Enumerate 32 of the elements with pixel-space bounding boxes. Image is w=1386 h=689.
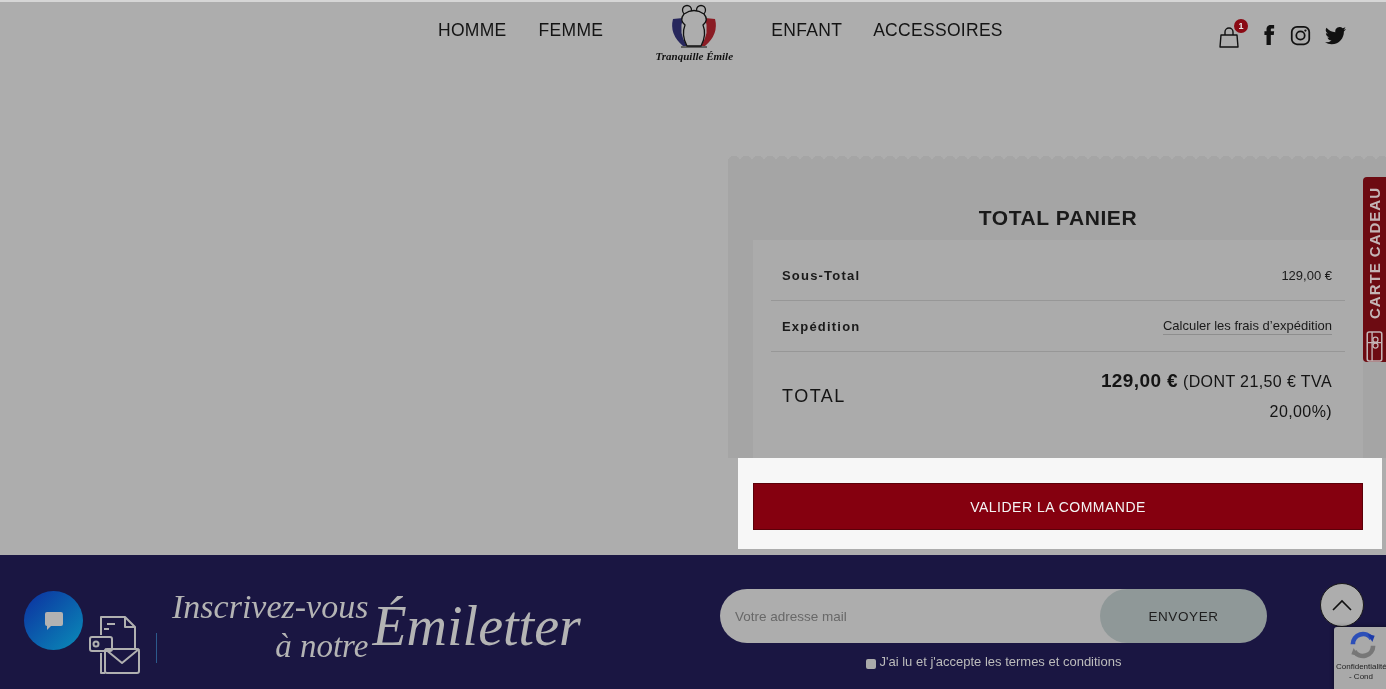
row-value: 129,00 € <box>1281 267 1332 283</box>
newsletter-heading: Inscrivez-vous <box>172 587 369 627</box>
newsletter-heading: à notre <box>275 629 369 663</box>
facebook-icon[interactable] <box>1262 24 1276 46</box>
nav-link[interactable]: HOMME <box>438 19 507 41</box>
row-label: Sous-Total <box>782 267 861 283</box>
scroll-to-top-button[interactable] <box>1320 583 1364 627</box>
instagram-icon[interactable] <box>1290 24 1311 46</box>
cart-title: TOTAL PANIER <box>977 205 1139 231</box>
gift-card-tab[interactable]: CARTE CADEAU <box>1363 177 1386 362</box>
total-label: TOTAL <box>782 386 846 407</box>
privacy-text: Confidentialité - Cond <box>1336 662 1386 682</box>
consent-checkbox[interactable] <box>865 658 876 669</box>
twitter-bird-icon[interactable] <box>1325 25 1347 45</box>
newsletter-brand: Émiletter <box>372 594 581 659</box>
document-envelope-icon <box>87 615 141 677</box>
consent-label: J'ai lu et j'accepte les termes et conditions <box>879 654 1122 669</box>
brand-name: Tranquille Émile <box>655 50 734 63</box>
checkout-button[interactable]: VALIDER LA COMMANDE <box>753 483 1363 530</box>
shipping-link[interactable]: Calculer les frais d’expédition <box>1162 317 1332 335</box>
nav-link[interactable]: ENFANT <box>771 19 843 41</box>
gift-card-icon <box>1366 331 1383 362</box>
circular-arrows-icon <box>1349 631 1377 659</box>
row-label: Expédition <box>782 318 861 334</box>
speech-bubble-icon <box>42 609 65 632</box>
shopping-bag-icon[interactable] <box>1219 26 1239 48</box>
nav-link[interactable]: ACCESSOIRES <box>873 19 1003 41</box>
total-value: 129,00 € (DONT 21,50 € TVA 20,00%) <box>1099 369 1332 422</box>
send-button[interactable]: ENVOYER <box>1100 589 1267 643</box>
chevron-up-icon <box>1331 598 1353 612</box>
nav-link[interactable]: FEMME <box>538 19 604 41</box>
cart-count-badge: 1 <box>1234 19 1248 33</box>
